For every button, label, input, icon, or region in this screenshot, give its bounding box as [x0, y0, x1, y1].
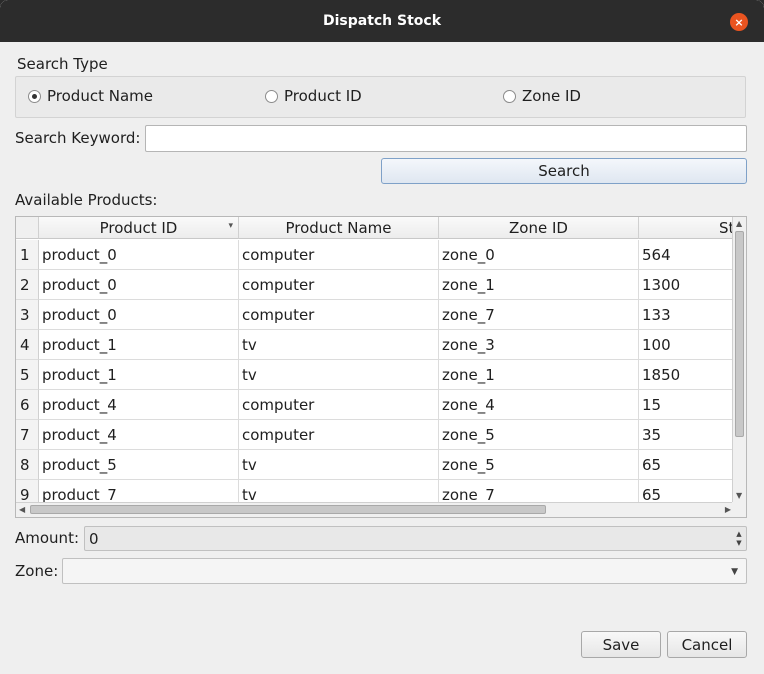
cell-product-name[interactable]: computer — [239, 270, 439, 300]
title-bar: Dispatch Stock × — [0, 0, 764, 42]
dispatch-stock-dialog: Dispatch Stock × Search Type Product Nam… — [0, 0, 764, 674]
cell-product-id[interactable]: product_1 — [39, 360, 239, 390]
radio-zone-id[interactable]: Zone ID — [503, 87, 581, 105]
zone-dropdown[interactable]: ▼ — [62, 558, 747, 584]
stepper-down-icon[interactable]: ▼ — [736, 539, 741, 548]
row-number[interactable]: 3 — [16, 300, 39, 330]
products-table: Product ID ▾ Product Name Zone ID St 1 p… — [15, 216, 747, 518]
window-title: Dispatch Stock — [322, 13, 442, 29]
amount-label: Amount: — [15, 529, 79, 547]
table-corner-header — [16, 217, 39, 239]
sort-arrow-icon: ▾ — [228, 221, 233, 231]
search-keyword-label: Search Keyword: — [15, 129, 141, 147]
cell-product-name[interactable]: computer — [239, 390, 439, 420]
cell-product-name[interactable]: computer — [239, 240, 439, 270]
cell-stock[interactable]: 1850 — [639, 360, 734, 390]
available-products-label: Available Products: — [15, 191, 158, 209]
cell-product-name[interactable]: tv — [239, 360, 439, 390]
vertical-scrollbar[interactable]: ▲ ▼ — [732, 217, 746, 503]
cell-zone-id[interactable]: zone_7 — [439, 300, 639, 330]
cell-product-id[interactable]: product_5 — [39, 450, 239, 480]
row-number[interactable]: 2 — [16, 270, 39, 300]
amount-value[interactable]: 0 — [89, 530, 99, 548]
column-header-product-id-label: Product ID — [99, 218, 178, 237]
cell-stock[interactable]: 65 — [639, 450, 734, 480]
scroll-down-icon[interactable]: ▼ — [736, 492, 742, 500]
row-number[interactable]: 5 — [16, 360, 39, 390]
radio-product-id-label: Product ID — [284, 87, 362, 105]
scroll-right-icon[interactable]: ▶ — [725, 506, 731, 514]
cancel-button[interactable]: Cancel — [667, 631, 747, 658]
scrollbar-corner — [732, 502, 746, 517]
cell-stock[interactable]: 564 — [639, 240, 734, 270]
cell-stock[interactable]: 133 — [639, 300, 734, 330]
cell-stock[interactable]: 35 — [639, 420, 734, 450]
scroll-up-icon[interactable]: ▲ — [736, 220, 742, 228]
cell-stock[interactable]: 100 — [639, 330, 734, 360]
cell-zone-id[interactable]: zone_3 — [439, 330, 639, 360]
radio-selected-dot-icon — [32, 93, 37, 99]
vertical-scroll-thumb[interactable] — [735, 231, 744, 437]
amount-stepper[interactable]: ▲ ▼ — [732, 527, 746, 550]
cell-product-id[interactable]: product_0 — [39, 300, 239, 330]
close-icon[interactable]: × — [730, 13, 748, 31]
horizontal-scrollbar[interactable]: ◀ ▶ — [16, 502, 734, 517]
radio-product-name-label: Product Name — [47, 87, 153, 105]
radio-circle-icon — [28, 89, 41, 103]
row-number[interactable]: 1 — [16, 240, 39, 270]
cell-product-id[interactable]: product_4 — [39, 390, 239, 420]
cell-stock[interactable]: 1300 — [639, 270, 734, 300]
radio-product-name[interactable]: Product Name — [28, 87, 153, 105]
cell-zone-id[interactable]: zone_1 — [439, 270, 639, 300]
cell-zone-id[interactable]: zone_5 — [439, 420, 639, 450]
column-header-zone-id[interactable]: Zone ID — [439, 217, 639, 239]
row-number[interactable]: 7 — [16, 420, 39, 450]
cell-product-id[interactable]: product_0 — [39, 270, 239, 300]
cell-product-name[interactable]: computer — [239, 420, 439, 450]
row-number[interactable]: 6 — [16, 390, 39, 420]
radio-product-id[interactable]: Product ID — [265, 87, 362, 105]
save-button[interactable]: Save — [581, 631, 661, 658]
row-number[interactable]: 4 — [16, 330, 39, 360]
cell-product-name[interactable]: computer — [239, 300, 439, 330]
column-header-stock[interactable]: St — [639, 217, 734, 239]
cell-product-name[interactable]: tv — [239, 330, 439, 360]
amount-spinbox[interactable]: 0 ▲ ▼ — [84, 526, 747, 551]
cell-zone-id[interactable]: zone_4 — [439, 390, 639, 420]
cell-product-id[interactable]: product_4 — [39, 420, 239, 450]
chevron-down-icon[interactable]: ▼ — [731, 567, 738, 577]
cell-zone-id[interactable]: zone_1 — [439, 360, 639, 390]
horizontal-scroll-thumb[interactable] — [30, 505, 546, 514]
search-keyword-input[interactable] — [145, 125, 747, 152]
search-type-group: Product Name Product ID Zone ID — [15, 76, 746, 118]
zone-label: Zone: — [15, 562, 59, 580]
cell-product-id[interactable]: product_0 — [39, 240, 239, 270]
scroll-left-icon[interactable]: ◀ — [19, 506, 25, 514]
column-header-product-id[interactable]: Product ID ▾ — [39, 217, 239, 239]
search-type-label: Search Type — [17, 55, 108, 73]
row-number[interactable]: 8 — [16, 450, 39, 480]
cell-zone-id[interactable]: zone_5 — [439, 450, 639, 480]
radio-zone-id-label: Zone ID — [522, 87, 581, 105]
radio-circle-icon — [503, 89, 516, 103]
cell-zone-id[interactable]: zone_0 — [439, 240, 639, 270]
cell-product-id[interactable]: product_1 — [39, 330, 239, 360]
cell-stock[interactable]: 15 — [639, 390, 734, 420]
column-header-product-name[interactable]: Product Name — [239, 217, 439, 239]
search-button[interactable]: Search — [381, 158, 747, 184]
cell-product-name[interactable]: tv — [239, 450, 439, 480]
radio-circle-icon — [265, 89, 278, 103]
stepper-up-icon[interactable]: ▲ — [736, 530, 741, 539]
